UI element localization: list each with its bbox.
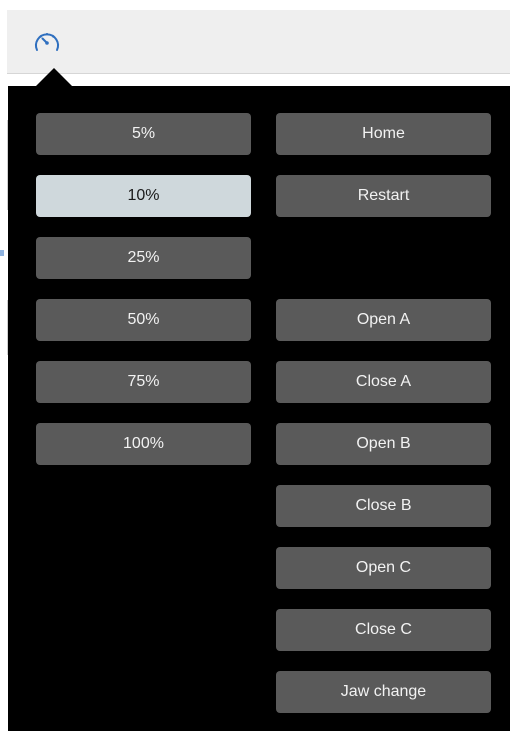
- background-fragment: [0, 250, 4, 256]
- open-a-button[interactable]: Open A: [276, 299, 491, 341]
- speed-control-popup: 5% 10% 25% 50% 75% 100% Home Restart Ope…: [8, 86, 510, 731]
- open-b-button[interactable]: Open B: [276, 423, 491, 465]
- jaw-change-button[interactable]: Jaw change: [276, 671, 491, 713]
- speed-button-50[interactable]: 50%: [36, 299, 251, 341]
- speed-button-5[interactable]: 5%: [36, 113, 251, 155]
- popup-arrow: [36, 68, 72, 86]
- speed-button-10[interactable]: 10%: [36, 175, 251, 217]
- speed-button-25[interactable]: 25%: [36, 237, 251, 279]
- speed-menu-button[interactable]: [30, 28, 64, 60]
- close-b-button[interactable]: Close B: [276, 485, 491, 527]
- home-button[interactable]: Home: [276, 113, 491, 155]
- open-c-button[interactable]: Open C: [276, 547, 491, 589]
- speed-button-100[interactable]: 100%: [36, 423, 251, 465]
- restart-button[interactable]: Restart: [276, 175, 491, 217]
- speed-button-75[interactable]: 75%: [36, 361, 251, 403]
- close-c-button[interactable]: Close C: [276, 609, 491, 651]
- screen: 5% 10% 25% 50% 75% 100% Home Restart Ope…: [0, 0, 510, 731]
- toolbar: [7, 10, 510, 74]
- speedometer-icon: [32, 28, 62, 61]
- close-a-button[interactable]: Close A: [276, 361, 491, 403]
